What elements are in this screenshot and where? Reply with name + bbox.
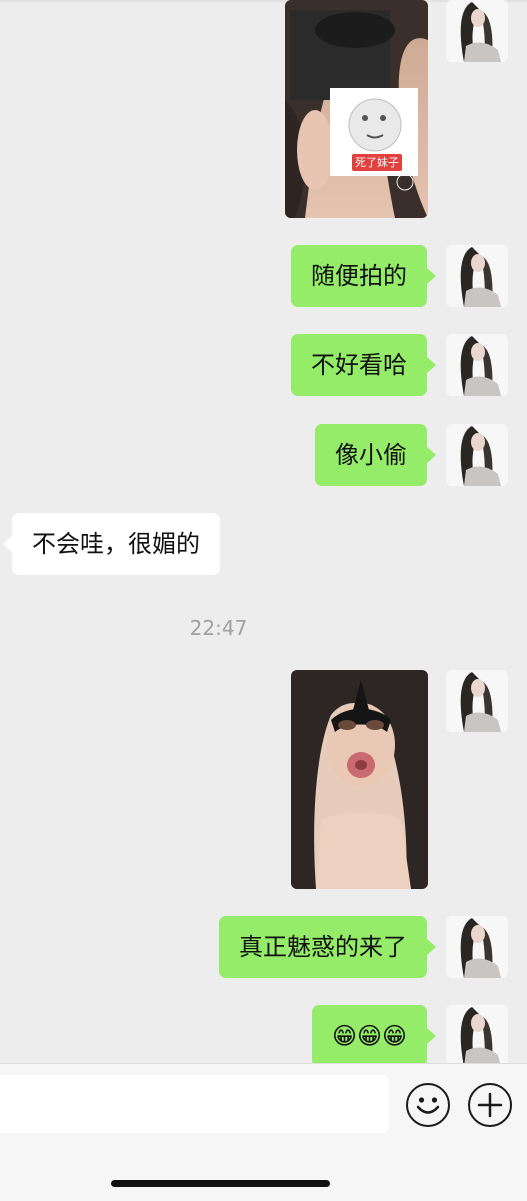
message-timestamp: 22:47 <box>189 616 248 640</box>
avatar-self[interactable] <box>446 1005 508 1067</box>
message-bubble[interactable]: 😁😁😁 <box>311 1005 437 1067</box>
sticker-caption: 死了妹子 <box>352 154 402 171</box>
message-bubble[interactable]: 随便拍的 <box>291 245 436 307</box>
message-bubble[interactable]: 真正魅惑的来了 <box>219 916 436 978</box>
avatar-self[interactable] <box>446 245 508 307</box>
message-bubble[interactable]: 不好看哈 <box>291 334 436 396</box>
emoji-face-icon[interactable] <box>406 1083 450 1127</box>
message-bubble-incoming[interactable]: 不会哇，很媚的 <box>3 513 220 575</box>
avatar-self[interactable] <box>446 916 508 978</box>
chat-image-1[interactable] <box>285 0 428 218</box>
chat-image-2[interactable] <box>291 670 428 889</box>
avatar-self[interactable] <box>446 334 508 396</box>
message-input[interactable] <box>0 1075 389 1133</box>
plus-circle-icon[interactable] <box>468 1083 512 1127</box>
avatar-self[interactable] <box>446 670 508 732</box>
message-bubble[interactable]: 像小偷 <box>315 424 436 486</box>
home-indicator <box>111 1180 330 1187</box>
avatar-self[interactable] <box>446 424 508 486</box>
avatar-self[interactable] <box>446 0 508 62</box>
